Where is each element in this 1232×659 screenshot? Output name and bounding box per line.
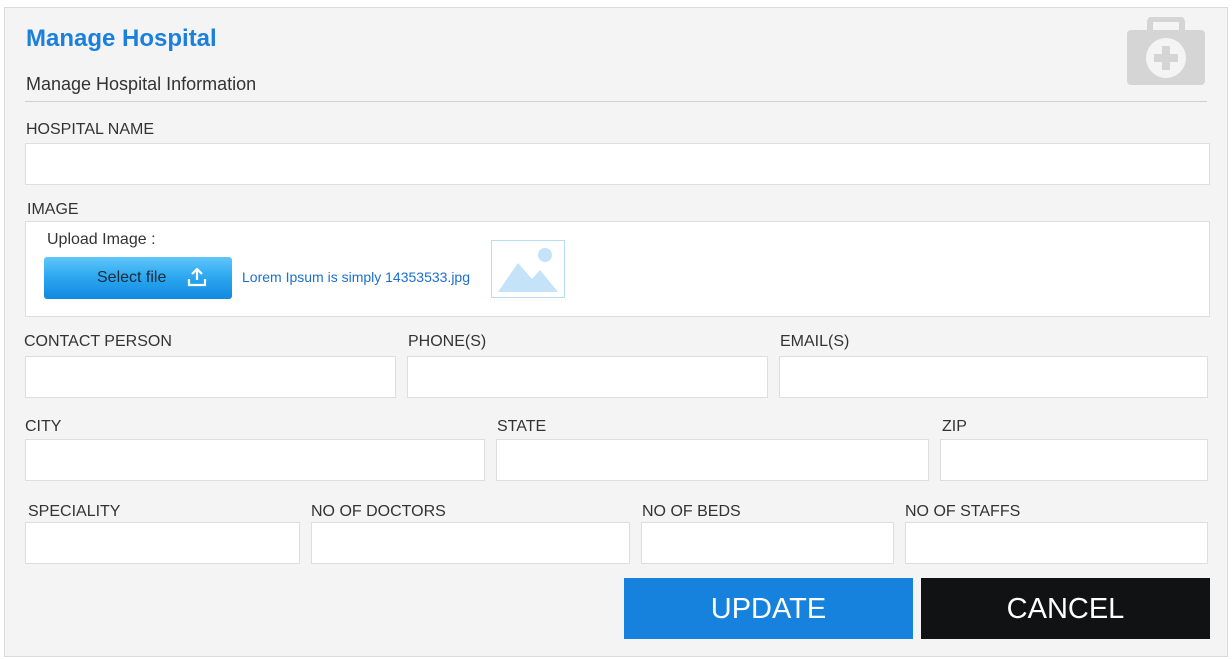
no-of-beds-input[interactable] — [641, 522, 894, 564]
header-divider — [25, 101, 1207, 102]
no-of-doctors-input[interactable] — [311, 522, 630, 564]
phones-label: PHONE(S) — [408, 333, 487, 350]
contact-person-input[interactable] — [25, 356, 396, 398]
upload-image-label: Upload Image : — [47, 231, 156, 248]
no-of-beds-label: NO OF BEDS — [642, 503, 741, 520]
emails-input[interactable] — [779, 356, 1208, 398]
zip-label: ZIP — [942, 418, 967, 435]
medical-kit-icon — [1125, 16, 1207, 87]
state-input[interactable] — [496, 439, 929, 481]
zip-input[interactable] — [940, 439, 1208, 481]
no-of-doctors-label: NO OF DOCTORS — [311, 503, 446, 520]
no-of-staffs-input[interactable] — [905, 522, 1208, 564]
manage-hospital-panel: Manage Hospital Manage Hospital Informat… — [4, 7, 1228, 657]
hospital-name-input[interactable] — [25, 143, 1210, 185]
image-upload-box: Upload Image : Select file Lorem Ipsum i… — [25, 221, 1210, 317]
city-label: CITY — [25, 418, 62, 435]
update-button[interactable]: UPDATE — [624, 578, 913, 639]
cancel-button[interactable]: CANCEL — [921, 578, 1210, 639]
image-placeholder-icon — [491, 240, 565, 298]
image-label: IMAGE — [27, 201, 79, 218]
hospital-name-label: HOSPITAL NAME — [26, 121, 155, 138]
speciality-input[interactable] — [25, 522, 300, 564]
contact-person-label: CONTACT PERSON — [24, 333, 172, 350]
select-file-button[interactable]: Select file — [44, 257, 232, 299]
no-of-staffs-label: NO OF STAFFS — [905, 503, 1021, 520]
page-title: Manage Hospital — [26, 25, 217, 52]
page-subtitle: Manage Hospital Information — [26, 74, 257, 94]
upload-icon — [186, 266, 208, 288]
select-file-label: Select file — [97, 269, 167, 286]
emails-label: EMAIL(S) — [780, 333, 850, 350]
city-input[interactable] — [25, 439, 485, 481]
uploaded-filename[interactable]: Lorem Ipsum is simply 14353533.jpg — [242, 269, 470, 285]
speciality-label: SPECIALITY — [28, 503, 121, 520]
phones-input[interactable] — [407, 356, 768, 398]
state-label: STATE — [497, 418, 547, 435]
